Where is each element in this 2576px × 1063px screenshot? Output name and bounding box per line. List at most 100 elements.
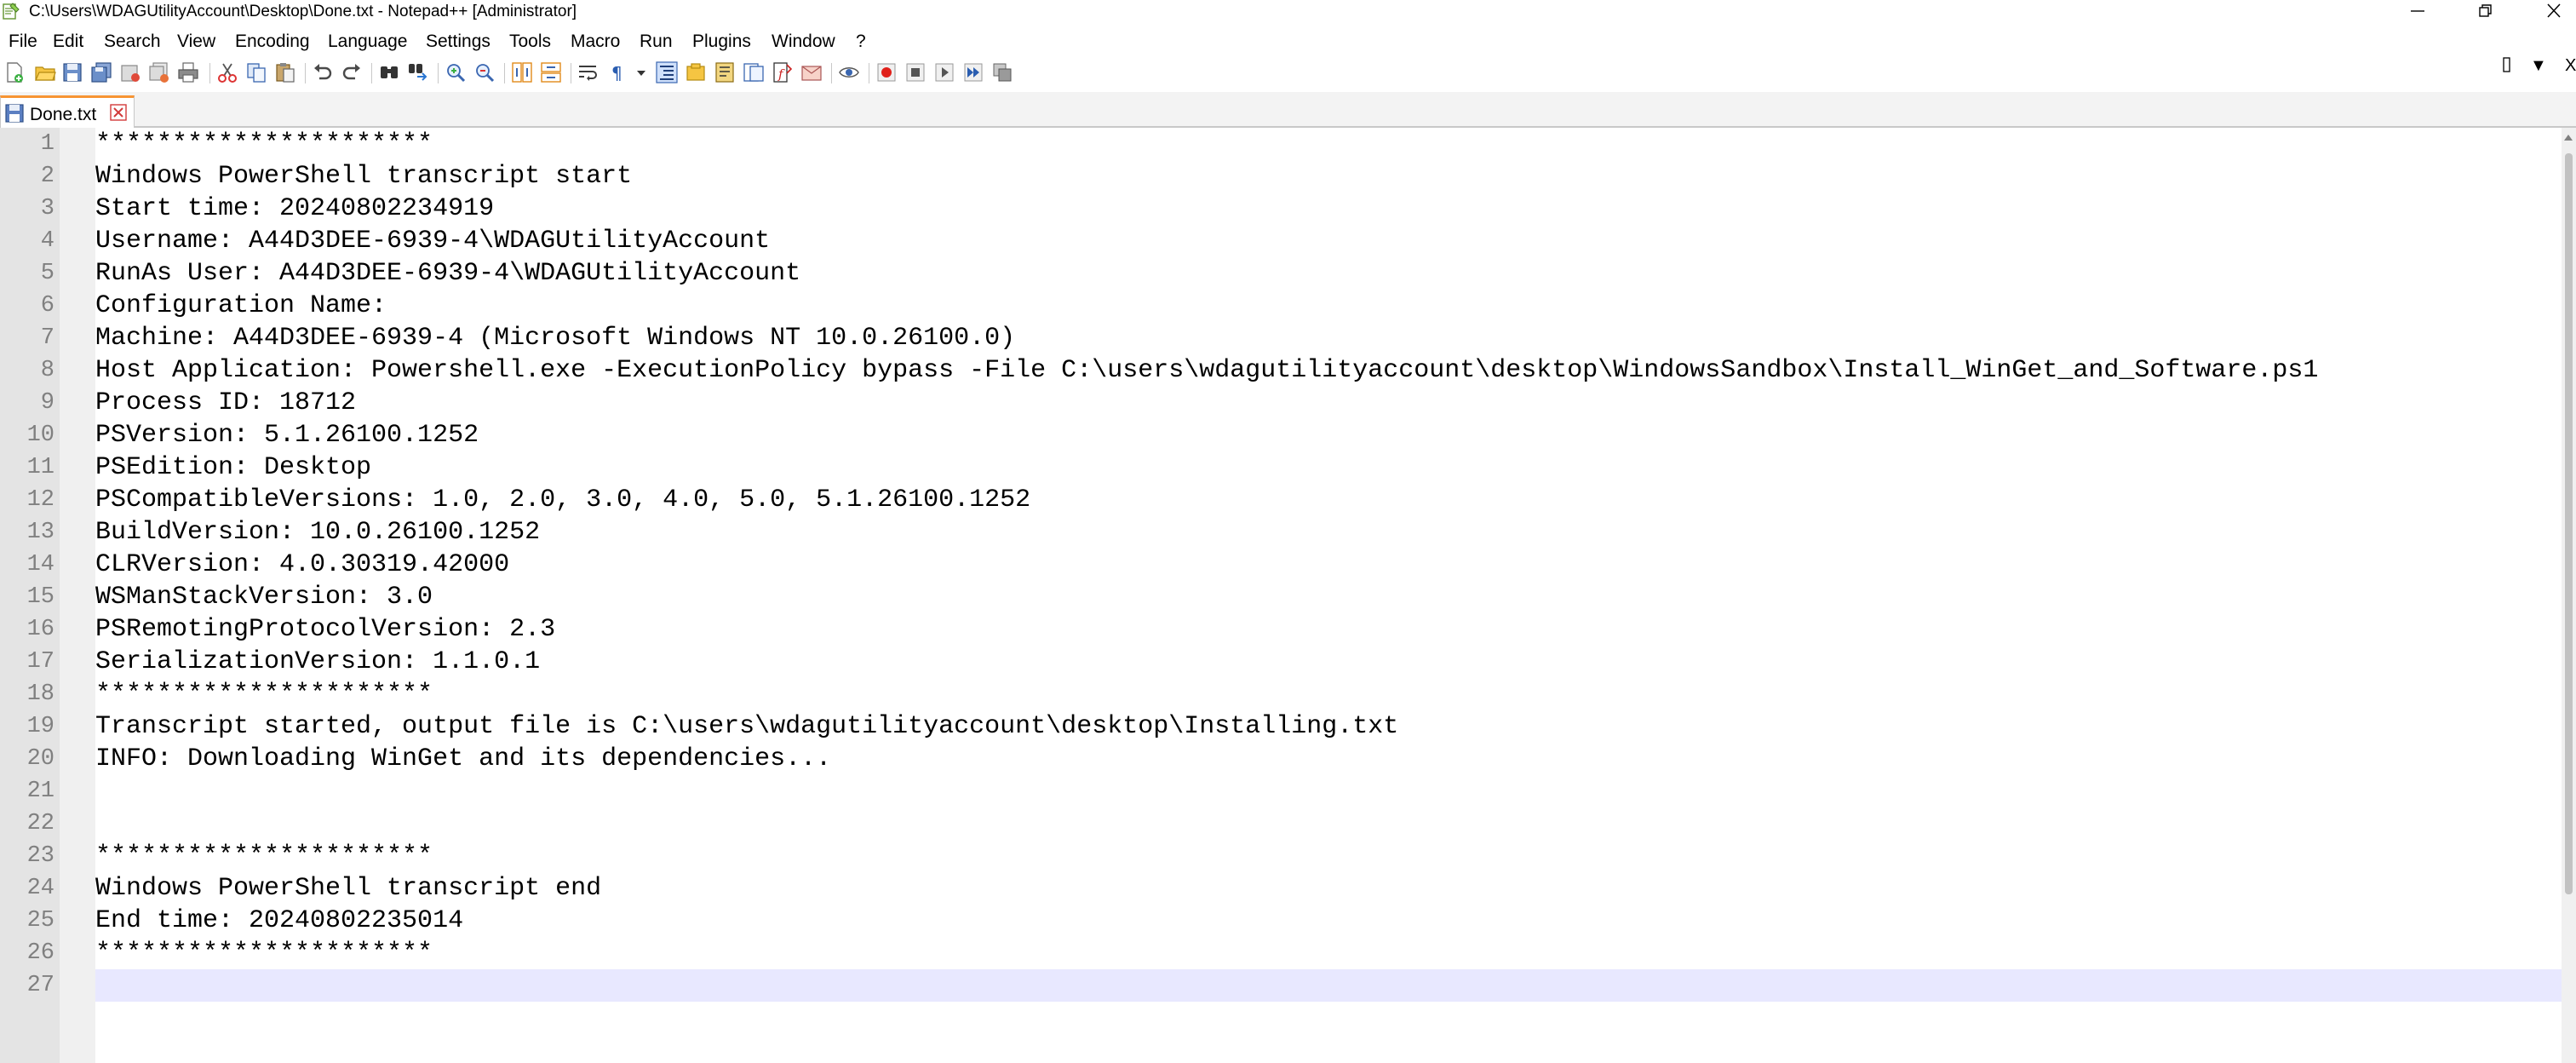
- menu-help[interactable]: ?: [856, 27, 866, 55]
- new-file-icon[interactable]: [3, 61, 26, 83]
- copy-icon[interactable]: [245, 61, 267, 83]
- editor-line[interactable]: 4 Username: A44D3DEE-6939-4\WDAGUtilityAc…: [0, 225, 2562, 257]
- toolbar-separator: [831, 63, 832, 83]
- sync-vertical-icon[interactable]: [511, 61, 533, 83]
- toolbar-separator: [371, 63, 372, 83]
- menu-search[interactable]: Search: [104, 27, 161, 55]
- menu-encoding[interactable]: Encoding: [235, 27, 310, 55]
- editor-line[interactable]: 2 Windows PowerShell transcript start: [0, 160, 2562, 192]
- editor-line[interactable]: 16 PSRemotingProtocolVersion: 2.3: [0, 613, 2562, 646]
- replace-icon[interactable]: [407, 61, 429, 83]
- function-list-icon[interactable]: [743, 61, 765, 83]
- menu-settings[interactable]: Settings: [426, 27, 491, 55]
- undo-icon[interactable]: [312, 61, 334, 83]
- close-window-button[interactable]: [2533, 0, 2576, 22]
- save-macro-icon[interactable]: [991, 61, 1013, 83]
- editor-line[interactable]: 27: [0, 969, 2562, 1002]
- redo-icon[interactable]: [341, 61, 363, 83]
- zoom-in-icon[interactable]: [445, 61, 467, 83]
- editor-line[interactable]: 17 SerializationVersion: 1.1.0.1: [0, 646, 2562, 678]
- scrollbar-thumb[interactable]: [2565, 153, 2573, 894]
- record-macro-icon[interactable]: [875, 61, 898, 83]
- close-icon: [2547, 3, 2561, 18]
- line-number: 12: [26, 487, 55, 513]
- line-number: 10: [26, 422, 55, 448]
- editor-line[interactable]: 22: [0, 807, 2562, 840]
- line-text: **********************: [95, 842, 433, 871]
- close-icon[interactable]: [119, 61, 141, 83]
- zoom-out-icon[interactable]: [473, 61, 496, 83]
- open-file-icon[interactable]: [34, 61, 56, 83]
- menu-macro[interactable]: Macro: [571, 27, 620, 55]
- editor-line[interactable]: 3 Start time: 20240802234919: [0, 192, 2562, 225]
- document-map-icon[interactable]: [714, 61, 736, 83]
- editor-line[interactable]: 1 **********************: [0, 128, 2562, 160]
- line-number: 11: [26, 455, 55, 480]
- save-icon[interactable]: [61, 61, 83, 83]
- run-macro-multiple-icon[interactable]: [962, 61, 984, 83]
- editor-line[interactable]: 18 **********************: [0, 678, 2562, 710]
- play-macro-icon[interactable]: [933, 61, 955, 83]
- editor-line[interactable]: 8 Host Application: Powershell.exe -Execu…: [0, 354, 2562, 387]
- editor-line[interactable]: 12 PSCompatibleVersions: 1.0, 2.0, 3.0, 4…: [0, 484, 2562, 516]
- menu-tools[interactable]: Tools: [509, 27, 551, 55]
- show-all-chars-icon[interactable]: ¶: [606, 61, 628, 83]
- editor-line[interactable]: 21: [0, 775, 2562, 807]
- editor-line[interactable]: 26 **********************: [0, 937, 2562, 969]
- print-icon[interactable]: [177, 61, 199, 83]
- menu-language[interactable]: Language: [328, 27, 407, 55]
- editor-line[interactable]: 7 Machine: A44D3DEE-6939-4 (Microsoft Win…: [0, 322, 2562, 354]
- word-wrap-icon[interactable]: [577, 61, 600, 83]
- line-number: 21: [26, 779, 55, 804]
- menu-window[interactable]: Window: [772, 27, 835, 55]
- svg-text:¶: ¶: [611, 63, 622, 83]
- line-number: 19: [26, 714, 55, 739]
- user-defined-language-icon[interactable]: [685, 61, 707, 83]
- tab-bar: Done.txt: [0, 92, 2576, 128]
- minimize-button[interactable]: [2397, 0, 2440, 22]
- tab-done-txt[interactable]: Done.txt: [0, 95, 135, 128]
- save-all-icon[interactable]: [90, 61, 112, 83]
- editor-line[interactable]: 5 RunAs User: A44D3DEE-6939-4\WDAGUtility…: [0, 257, 2562, 290]
- tab-close-icon[interactable]: [110, 104, 127, 121]
- scroll-up-arrow-icon[interactable]: [2564, 135, 2573, 141]
- editor-line[interactable]: 10 PSVersion: 5.1.26100.1252: [0, 419, 2562, 451]
- close-all-icon[interactable]: [148, 61, 170, 83]
- editor-line[interactable]: 9 Process ID: 18712: [0, 387, 2562, 419]
- editor-line[interactable]: 24 Windows PowerShell transcript end: [0, 872, 2562, 905]
- menu-file[interactable]: File: [9, 27, 37, 55]
- editor-line[interactable]: 25 End time: 20240802235014: [0, 905, 2562, 937]
- folder-as-workspace-icon[interactable]: f: [772, 61, 794, 83]
- menu-edit[interactable]: Edit: [53, 27, 83, 55]
- editor-area[interactable]: 1 ********************** 2 Windows PowerShe…: [0, 128, 2576, 1063]
- line-text: INFO: Downloading WinGet and its depende…: [95, 744, 832, 773]
- line-number: 13: [26, 520, 55, 545]
- editor-line[interactable]: 20 INFO: Downloading WinGet and its depen…: [0, 743, 2562, 775]
- current-line-highlight: [95, 969, 2562, 1002]
- editor-line[interactable]: 15 WSManStackVersion: 3.0: [0, 581, 2562, 613]
- find-icon[interactable]: [378, 61, 400, 83]
- eye-icon[interactable]: [838, 61, 860, 83]
- stop-macro-icon[interactable]: [904, 61, 927, 83]
- editor-line[interactable]: 23 **********************: [0, 840, 2562, 872]
- editor-line[interactable]: 19 Transcript started, output file is C:\…: [0, 710, 2562, 743]
- line-number: 1: [40, 131, 55, 157]
- indent-guide-icon[interactable]: [656, 61, 678, 83]
- sync-horizontal-icon[interactable]: [540, 61, 562, 83]
- line-number: 27: [26, 973, 55, 998]
- menu-run[interactable]: Run: [640, 27, 673, 55]
- editor-line[interactable]: 11 PSEdition: Desktop: [0, 451, 2562, 484]
- cut-icon[interactable]: [216, 61, 238, 83]
- menu-view[interactable]: View: [177, 27, 215, 55]
- editor-line[interactable]: 14 CLRVersion: 4.0.30319.42000: [0, 549, 2562, 581]
- line-text: Windows PowerShell transcript start: [95, 162, 633, 191]
- monitoring-icon[interactable]: [800, 61, 823, 83]
- toolbar-separator: [305, 63, 306, 83]
- editor-line[interactable]: 13 BuildVersion: 10.0.26100.1252: [0, 516, 2562, 549]
- maximize-button[interactable]: [2465, 0, 2508, 22]
- paste-icon[interactable]: [274, 61, 296, 83]
- editor-line[interactable]: 6 Configuration Name:: [0, 290, 2562, 322]
- vertical-scrollbar[interactable]: [2562, 128, 2576, 1063]
- show-symbols-dropdown-arrow[interactable]: [635, 61, 647, 83]
- menu-plugins[interactable]: Plugins: [692, 27, 751, 55]
